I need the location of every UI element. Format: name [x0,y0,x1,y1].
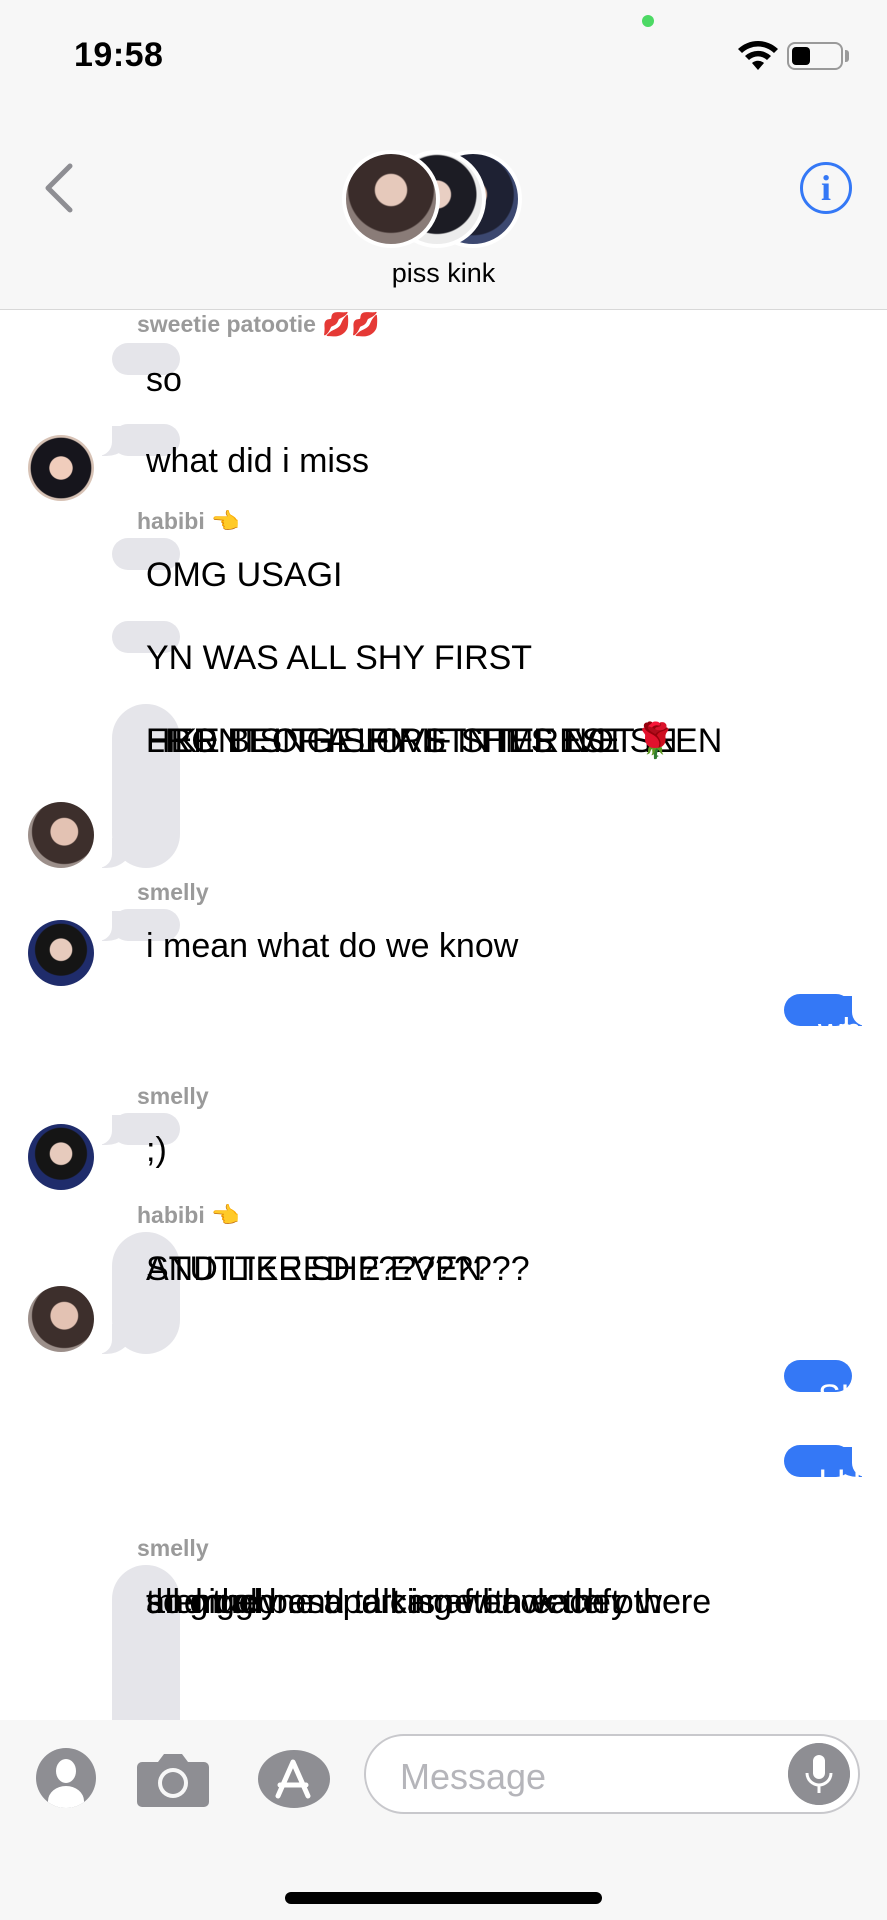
contact-icon[interactable] [36,1748,96,1808]
message-placeholder: Message [400,1756,547,1797]
sender-avatar[interactable] [28,435,94,501]
mic-icon[interactable] [788,1743,850,1805]
sender-avatar[interactable] [28,920,94,986]
sender-name: habibi 👈 [137,1202,240,1228]
message-text: i mean what do we know [146,927,519,965]
app-store-icon[interactable] [254,1748,332,1810]
info-icon[interactable]: i [800,162,852,214]
home-indicator[interactable] [285,1892,602,1904]
sender-name: smelly [137,879,209,905]
message-bubble-incoming[interactable]: i mean what do we know [90,909,518,965]
message-text: what [818,1012,887,1050]
group-avatar[interactable] [342,150,532,250]
group-name[interactable]: piss kink [0,258,887,289]
message-text: what did i miss [146,442,369,480]
message-input-bar: Message [0,1720,887,1920]
message-bubble-incoming[interactable]: AND LIKE SHE EVEN STUTTERED ????????? [90,1232,530,1354]
member-avatar [342,150,440,248]
message-text-line: so much [146,1583,275,1621]
message-text: I HATE YOU [818,1463,887,1501]
camera-in-use-indicator [642,15,654,27]
message-text: ;) [146,1131,167,1169]
message-bubble-outgoing[interactable]: I HATE YOU [784,1445,887,1501]
message-text: YN WAS ALL SHY FIRST [146,639,533,677]
message-bubble-incoming[interactable]: OMG USAGI [112,538,342,594]
message-text: OMG USAGI [146,556,343,594]
message-bubble-incoming[interactable]: LIKE ITS THE FIRST TIME IVE SEEN HER BEI… [90,704,722,868]
sender-name: smelly [137,1083,209,1109]
message-bubble-outgoing[interactable]: what [784,994,887,1050]
message-text: SHUT UPWKDJW&2$/@2&:& [818,1378,887,1416]
message-text-line: STUTTERED ????????? [146,1250,530,1288]
battery-tip [845,50,849,62]
sender-avatar[interactable] [28,1286,94,1352]
message-bubble-outgoing[interactable]: SHUT UPWKDJW&2$/@2&:& [784,1360,887,1416]
sender-avatar[interactable] [28,802,94,868]
message-text: so [146,361,182,399]
message-bubble-incoming[interactable]: YN WAS ALL SHY FIRST [112,621,532,677]
sender-avatar[interactable] [28,1124,94,1190]
sender-name: habibi 👈 [137,508,240,534]
message-text-line: FRONT OF A LOVE INTEREST 🌹 [146,722,677,760]
message-bubble-incoming[interactable]: so [112,343,182,399]
chevron-left-icon[interactable] [40,158,80,218]
message-bubble-incoming[interactable]: and the best part is after we left them … [112,1565,711,1720]
message-bubble-incoming[interactable]: what did i miss [90,424,369,480]
battery-level [792,47,810,65]
status-time: 19:58 [74,36,164,74]
battery-icon [787,42,843,70]
sender-name: smelly [137,1535,209,1561]
sender-name: sweetie patootie 💋💋 [137,311,380,337]
message-input[interactable]: Message [364,1734,860,1814]
camera-icon[interactable] [136,1750,210,1808]
conversation-header: piss kink i [0,110,887,310]
wifi-icon [738,41,778,70]
message-list[interactable]: sweetie patootie 💋💋 so what did i miss h… [0,311,887,1720]
status-bar: 19:58 [0,0,887,110]
message-bubble-incoming[interactable]: ;) [90,1113,180,1169]
